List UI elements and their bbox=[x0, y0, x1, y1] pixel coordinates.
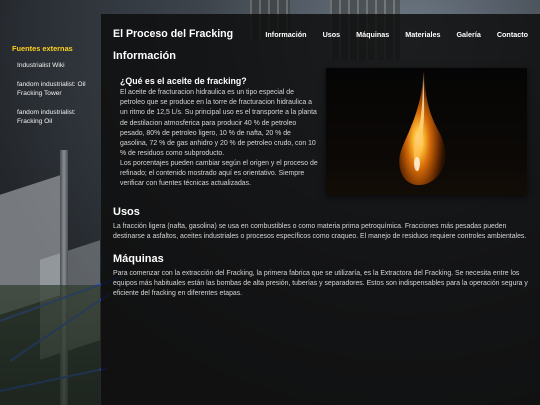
section-heading-usos: Usos bbox=[113, 206, 140, 218]
sidebar-link-oil-fracking-tower[interactable]: fandom industrialist: Oil Fracking Tower bbox=[17, 80, 101, 98]
nav-usos[interactable]: Usos bbox=[323, 30, 341, 39]
main-nav: Información Usos Máquinas Materiales Gal… bbox=[265, 30, 528, 39]
section-heading-maquinas: Máquinas bbox=[113, 253, 164, 265]
info-note: Los porcentajes pueden cambiar según el … bbox=[120, 160, 318, 188]
header: El Proceso del Fracking Información Usos… bbox=[113, 26, 528, 42]
sidebar-link-fracking-oil[interactable]: fandom industrialist: Fracking Oil bbox=[17, 108, 101, 126]
nav-informacion[interactable]: Información bbox=[265, 30, 306, 39]
oil-drop-image bbox=[326, 68, 527, 195]
nav-galeria[interactable]: Galería bbox=[456, 30, 480, 39]
sidebar-heading: Fuentes externas bbox=[12, 44, 73, 53]
nav-maquinas[interactable]: Máquinas bbox=[356, 30, 389, 39]
info-body: El aceite de fracturacion hidraulica es … bbox=[120, 89, 317, 158]
nav-contacto[interactable]: Contacto bbox=[497, 30, 528, 39]
section-heading-informacion: Información bbox=[113, 50, 176, 62]
background-ground bbox=[0, 285, 100, 405]
site-title[interactable]: El Proceso del Fracking bbox=[113, 28, 233, 40]
main-panel: El Proceso del Fracking Información Usos… bbox=[101, 14, 540, 405]
nav-materiales[interactable]: Materiales bbox=[405, 30, 440, 39]
info-question: ¿Qué es el aceite de fracking? bbox=[120, 76, 247, 86]
external-sources-sidebar: Fuentes externas Industrialist Wiki fand… bbox=[6, 44, 101, 136]
sidebar-link-industrialist-wiki[interactable]: Industrialist Wiki bbox=[17, 61, 101, 70]
oil-drop-icon bbox=[399, 68, 446, 186]
usos-body: La fracción ligera (nafta, gasolina) se … bbox=[113, 223, 527, 241]
maquinas-body: Para comenzar con la extracción del Frac… bbox=[113, 270, 528, 298]
